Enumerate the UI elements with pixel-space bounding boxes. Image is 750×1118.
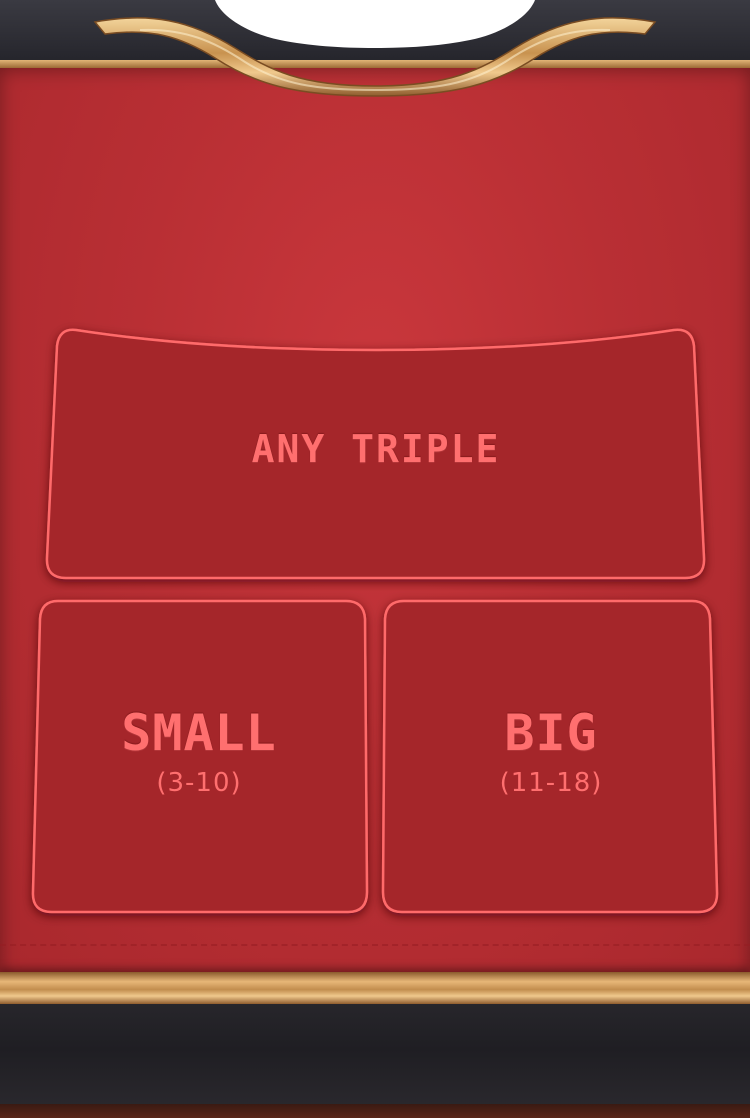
big-label: BIG	[504, 704, 598, 762]
small-range-label: (3-10)	[156, 768, 242, 798]
game-table: ANY TRIPLE SMALL (3-10) BIG (11-18)	[0, 0, 750, 1118]
small-label: SMALL	[121, 704, 277, 762]
big-range-label: (11-18)	[499, 768, 603, 798]
felt-stitch	[0, 944, 750, 946]
any-triple-label: ANY TRIPLE	[251, 427, 501, 471]
bet-zone-small[interactable]: SMALL (3-10)	[30, 598, 368, 914]
table-gold-rim	[0, 972, 750, 1004]
bet-zone-big[interactable]: BIG (11-18)	[382, 598, 720, 914]
bet-zone-any-triple[interactable]: ANY TRIPLE	[46, 327, 706, 580]
table-bottom-edge	[0, 1004, 750, 1118]
gold-ornament	[0, 0, 750, 97]
